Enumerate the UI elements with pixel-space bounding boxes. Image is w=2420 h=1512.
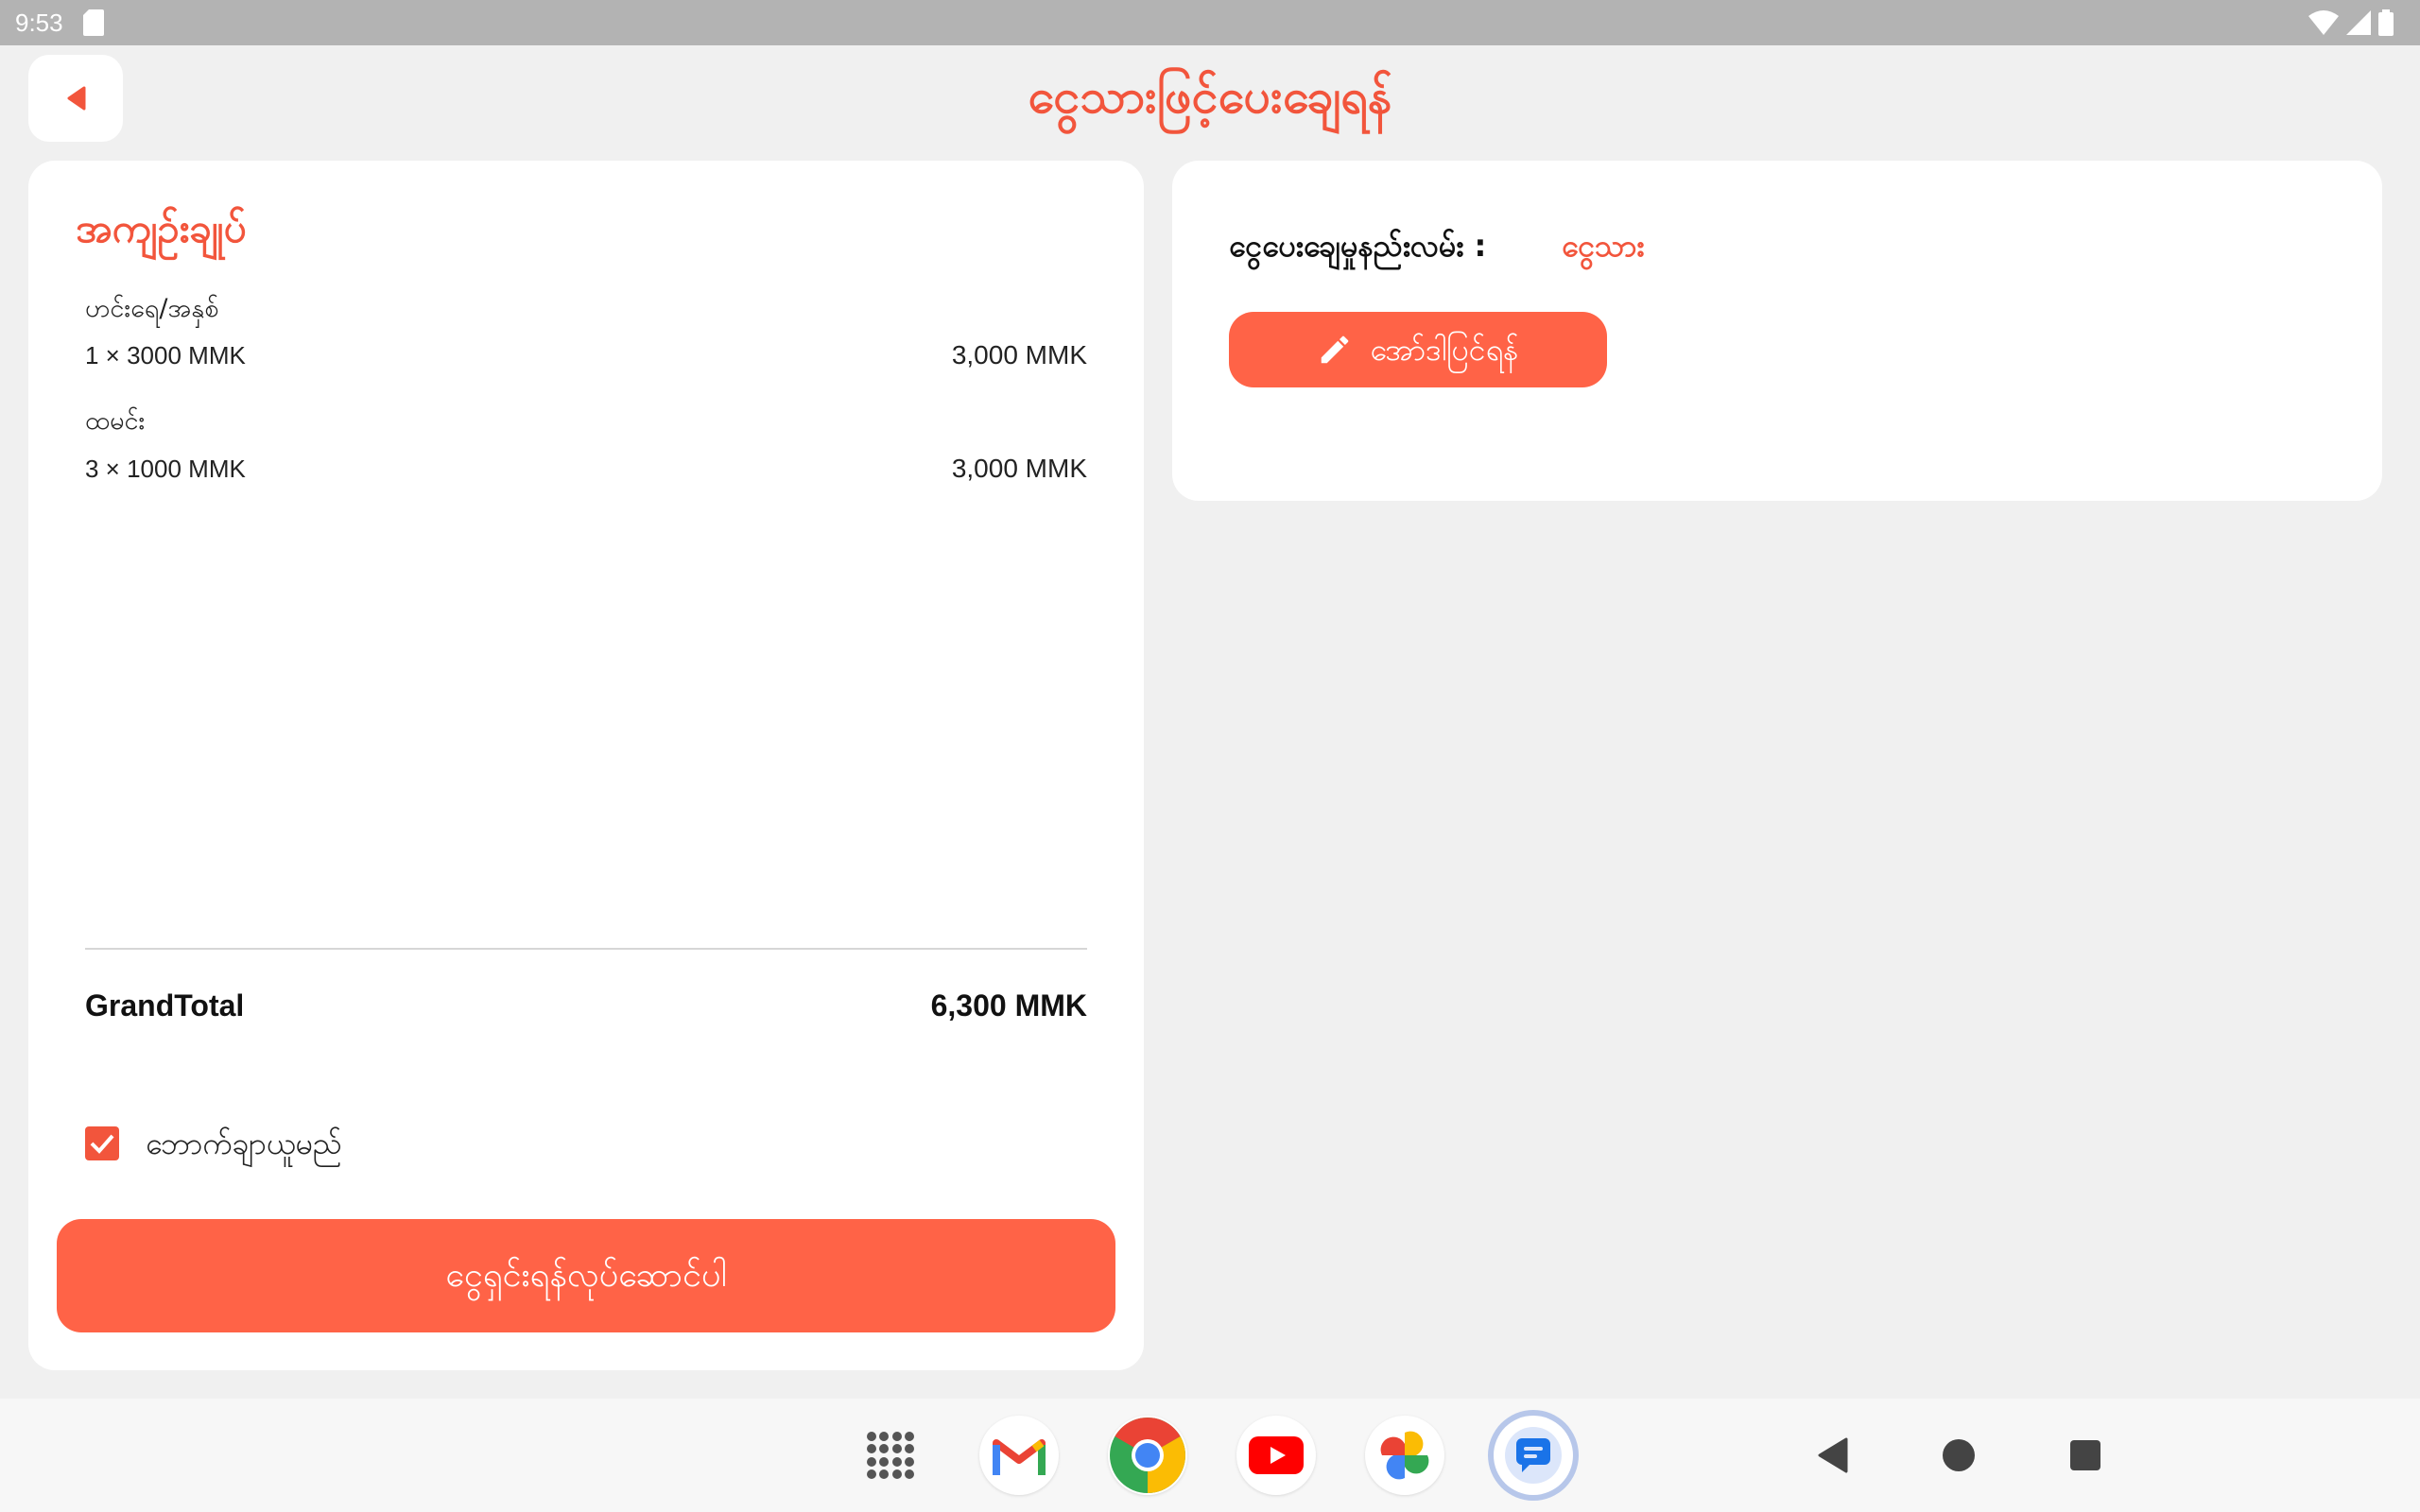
divider [85, 948, 1087, 950]
summary-title: အကျဉ်းချုပ် [76, 205, 247, 251]
grand-total-value: 6,300 MMK [930, 988, 1087, 1022]
item-name: ထမင်း [85, 406, 146, 436]
proceed-payment-button[interactable]: ငွေရှင်းရန်လုပ်ဆောင်ပါ [57, 1219, 1115, 1332]
navigation-bar [0, 1399, 2420, 1512]
item-amount: 3,000 MMK [951, 454, 1087, 483]
photos-icon[interactable] [1365, 1416, 1444, 1495]
recents-icon[interactable] [2059, 1429, 2112, 1482]
sd-card-icon [83, 9, 104, 36]
pencil-icon [1322, 335, 1349, 364]
payment-method-label: ငွေပေးချေမှုနည်းလမ်း : [1229, 228, 1487, 264]
home-icon[interactable] [1932, 1429, 1985, 1482]
item-qty: 1 × 3000 MMK [85, 341, 246, 369]
edit-order-button[interactable]: အော်ဒါပြင်ရန် [1229, 312, 1607, 387]
item-qty: 3 × 1000 MMK [85, 455, 246, 483]
item-amount: 3,000 MMK [951, 340, 1087, 369]
system-nav [1806, 1418, 2112, 1493]
page-title: ငွေသားဖြင့်ပေးချေရန် [1028, 69, 1392, 124]
back-icon[interactable] [1806, 1429, 1858, 1482]
wifi-icon [2308, 10, 2339, 35]
order-summary-card: အကျဉ်းချုပ် ဟင်းရေ/အနှစ် 1 × 3000 MMK 3,… [28, 161, 1144, 1370]
battery-icon [2378, 9, 2394, 36]
app-drawer-icon[interactable] [851, 1416, 930, 1495]
takeaway-label[interactable]: ဘောက်ချာယူမည် [146, 1121, 342, 1166]
edit-order-label: အော်ဒါပြင်ရန် [1370, 332, 1519, 368]
proceed-payment-label: ငွေရှင်းရန်လုပ်ဆောင်ပါ [445, 1256, 727, 1295]
payment-method-card: ငွေပေးချေမှုနည်းလမ်း : ငွေသား အော်ဒါပြင်… [1172, 161, 2382, 501]
messages-icon[interactable] [1494, 1416, 1573, 1495]
payment-method-value: ငွေသား [1562, 228, 1645, 264]
signal-icon [2346, 10, 2371, 35]
youtube-icon[interactable] [1236, 1416, 1316, 1495]
grand-total-label: GrandTotal [85, 988, 245, 1022]
status-icons [2308, 9, 2394, 36]
app-dock [851, 1416, 1573, 1495]
item-name: ဟင်းရေ/အနှစ် [85, 294, 219, 323]
status-time: 9:53 [15, 9, 63, 37]
gmail-icon[interactable] [979, 1416, 1059, 1495]
takeaway-checkbox[interactable] [85, 1126, 119, 1160]
check-icon [90, 1134, 114, 1154]
status-bar: 9:53 [0, 0, 2420, 45]
chrome-icon[interactable] [1108, 1416, 1187, 1495]
